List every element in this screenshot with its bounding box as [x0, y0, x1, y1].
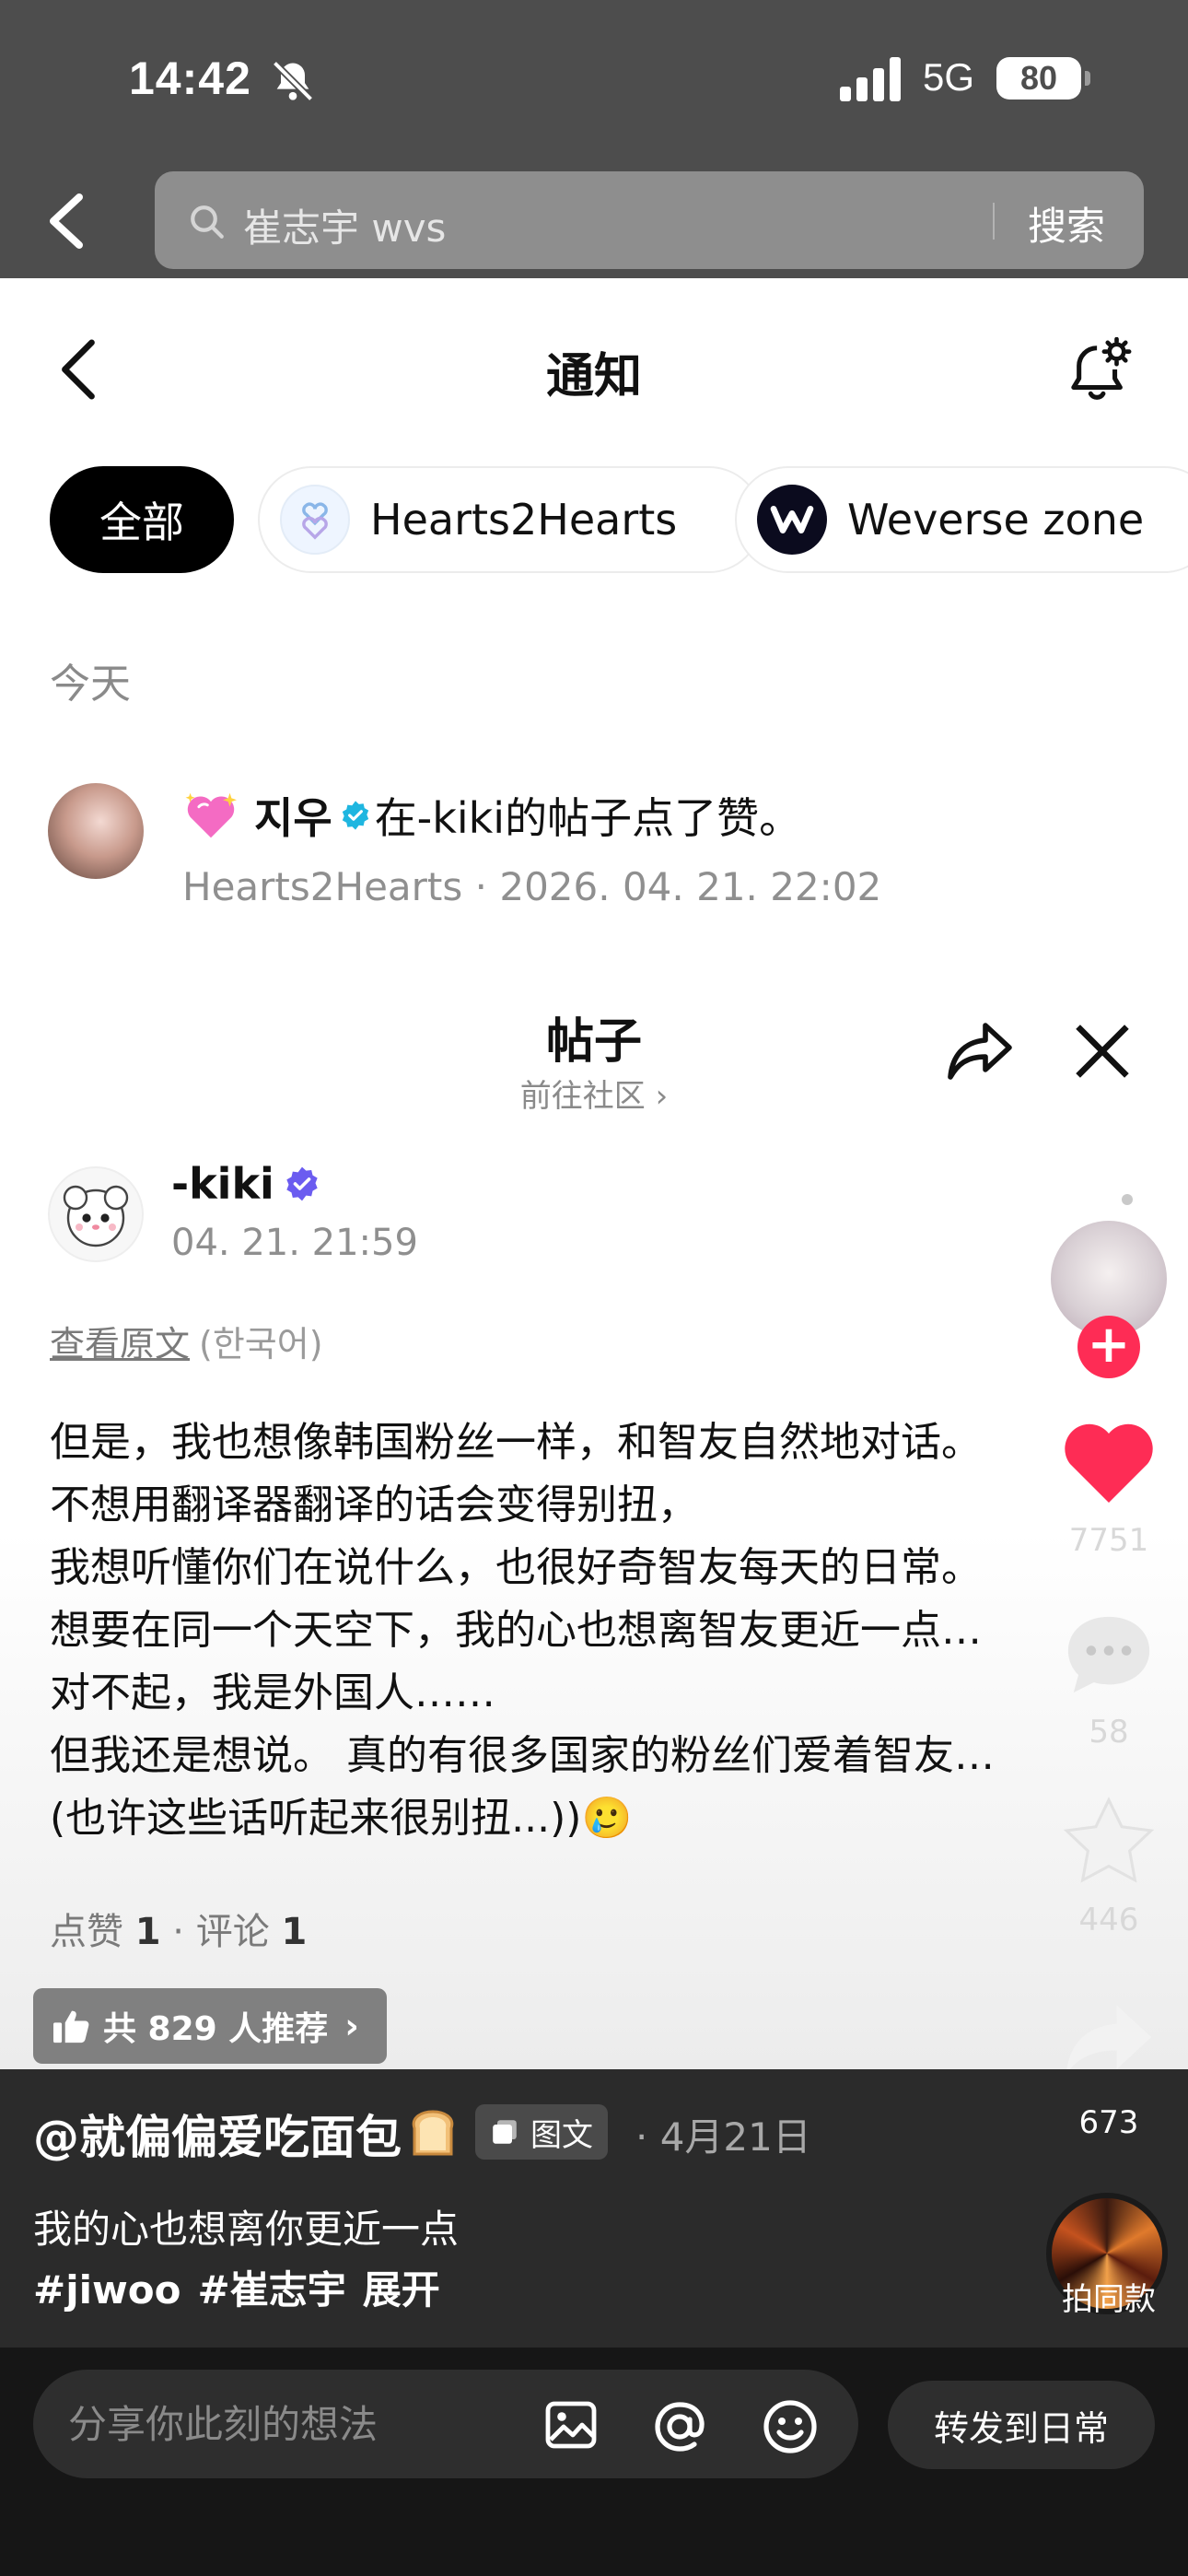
post-body-line: (也许这些话听起来很别扭...))🥲 [50, 1795, 633, 1842]
notification-meta: Hearts2Hearts · 2026. 04. 21. 22:02 [182, 864, 881, 909]
signal-icon [840, 57, 901, 101]
notification-action-text: 在-kiki的帖子点了赞。 [374, 793, 802, 843]
same-style-label[interactable]: 拍同款 [1035, 2274, 1182, 2319]
video-caption: 我的心也想离你更近一点 [33, 2207, 460, 2252]
network-label: 5G [923, 55, 975, 99]
filter-chip-hearts2hearts[interactable]: Hearts2Hearts [258, 466, 763, 573]
battery-indicator: 80 [996, 57, 1090, 100]
creator-handle-text: @就偏偏爱吃面包 [33, 2111, 402, 2164]
recommend-text: 共 829 人推荐 [103, 2010, 329, 2048]
author-name[interactable]: -kiki [171, 1159, 320, 1209]
repost-to-daily-button[interactable]: 转发到日常 [888, 2381, 1155, 2469]
filter-tabs: 全部 Hearts2Hearts Weverse zone [50, 466, 1188, 573]
emoji-icon[interactable] [761, 2397, 820, 2456]
verified-badge-icon [286, 1166, 318, 1201]
author-name-text: -kiki [171, 1159, 274, 1209]
post-body-line: 对不起，我是外国人…… [50, 1669, 495, 1716]
content-type-badge: 图文 [475, 2104, 608, 2160]
search-query[interactable]: 崔志宇 wvs [243, 197, 446, 253]
mention-icon[interactable] [650, 2397, 709, 2456]
comment-bubble-icon[interactable] [1059, 1609, 1159, 1701]
content-type-label: 图文 [530, 2116, 593, 2154]
status-bar: 14:42 5G 80 [0, 0, 1188, 166]
chevron-right-icon: › [344, 2006, 359, 2046]
post-stats: 点赞 1 · 评论 1 [50, 1902, 307, 1955]
bread-icon [412, 2110, 454, 2156]
forward-count: 673 [1078, 2104, 1139, 2141]
notification-username: 지우 [254, 793, 332, 843]
forward-arrow-icon[interactable] [1061, 1999, 1157, 2080]
comment-input-bar: 转发到日常 [0, 2348, 1188, 2576]
notification-settings-icon[interactable] [1068, 337, 1133, 405]
meta-separator: · [474, 864, 487, 909]
notification-item[interactable]: 지우 在-kiki的帖子点了赞。 [182, 785, 801, 846]
notification-source: Hearts2Hearts [182, 864, 463, 909]
rail-dot [1122, 1194, 1133, 1205]
share-icon[interactable] [945, 1019, 1015, 1083]
sparkling-heart-icon [185, 792, 237, 838]
image-text-icon [493, 2120, 517, 2144]
notification-time: 2026. 04. 21. 22:02 [499, 864, 882, 909]
hashtag-cuizhiyu[interactable]: #崔志宇 [198, 2267, 346, 2313]
weverse-logo-icon [757, 485, 827, 555]
hashtag-row: #jiwoo #崔志宇 展开 [33, 2259, 457, 2315]
close-icon[interactable] [1072, 1021, 1133, 1082]
hearts-logo-glyph [302, 502, 328, 540]
image-icon[interactable] [545, 2401, 597, 2449]
favorite-star-icon[interactable] [1061, 1795, 1157, 1887]
comment-count: 58 [1089, 1714, 1129, 1751]
filter-chip-weverse-zone[interactable]: Weverse zone [735, 466, 1188, 573]
cartoon-avatar-icon [63, 1185, 129, 1247]
verified-badge-icon [342, 801, 368, 830]
filter-chip-label: Weverse zone [847, 495, 1145, 544]
post-body-line: 但我还是想说。 真的有很多国家的粉丝们爱着智友… [50, 1732, 995, 1779]
status-time: 14:42 [129, 53, 251, 104]
view-original-link[interactable]: 查看原文 [50, 1324, 190, 1364]
search-divider [993, 203, 995, 240]
section-label-today: 今天 [50, 661, 131, 708]
filter-chip-label: Hearts2Hearts [370, 495, 678, 544]
comments-label: 评论 [195, 1911, 270, 1953]
page-title: 通知 [545, 349, 642, 404]
post-body-line: 我想听懂你们在说什么，也很好奇智友每天的日常。 [50, 1544, 982, 1591]
likes-count: 1 [134, 1911, 161, 1953]
post-body: 但是，我也想像韩国粉丝一样，和智友自然地对话。 不想用翻译器翻译的话会变得别扭，… [50, 1411, 1081, 1850]
recommend-button[interactable]: 共 829 人推荐 › [33, 1988, 387, 2064]
search-bar[interactable]: 崔志宇 wvs 搜索 [155, 171, 1144, 269]
filter-chip-all[interactable]: 全部 [50, 466, 234, 573]
comments-count: 1 [281, 1911, 308, 1953]
comment-input[interactable] [33, 2370, 858, 2478]
video-date: · 4月21日 [635, 2114, 811, 2160]
notification-avatar[interactable] [48, 783, 144, 879]
favorite-count: 446 [1078, 1902, 1139, 1938]
hashtag-jiwoo[interactable]: #jiwoo [33, 2267, 181, 2313]
weverse-w-glyph [770, 506, 814, 533]
post-body-line: 想要在同一个天空下，我的心也想离智友更近一点… [50, 1607, 982, 1654]
translate-row: 查看原文 (한국어) [50, 1316, 323, 1366]
back-arrow-icon[interactable] [42, 192, 90, 251]
search-button[interactable]: 搜索 [1028, 195, 1105, 252]
follow-plus-icon[interactable]: + [1077, 1316, 1140, 1378]
expand-caption-button[interactable]: 展开 [363, 2267, 440, 2313]
post-body-line: 不想用翻译器翻译的话会变得别扭， [50, 1481, 698, 1528]
stats-separator: · [172, 1911, 184, 1953]
search-icon [191, 205, 224, 239]
original-language: (한국어) [199, 1324, 323, 1364]
hearts2hearts-logo-icon [280, 485, 350, 555]
post-body-line: 但是，我也想像韩国粉丝一样，和智友自然地对话。 [50, 1419, 982, 1466]
like-count: 7751 [1068, 1522, 1149, 1559]
thumbs-up-icon [53, 2010, 89, 2043]
bell-off-icon [272, 60, 314, 102]
search-header: 崔志宇 wvs 搜索 [0, 166, 1188, 278]
post-time: 04. 21. 21:59 [171, 1222, 418, 1264]
heart-like-icon[interactable] [1059, 1417, 1159, 1505]
creator-handle[interactable]: @就偏偏爱吃面包 [33, 2101, 459, 2167]
notification-sheet: 通知 全部 Hearts2Hearts Weverse zone 今天 지우 在… [0, 278, 1188, 2069]
author-avatar[interactable] [48, 1166, 144, 1262]
likes-label: 点赞 [50, 1911, 123, 1953]
